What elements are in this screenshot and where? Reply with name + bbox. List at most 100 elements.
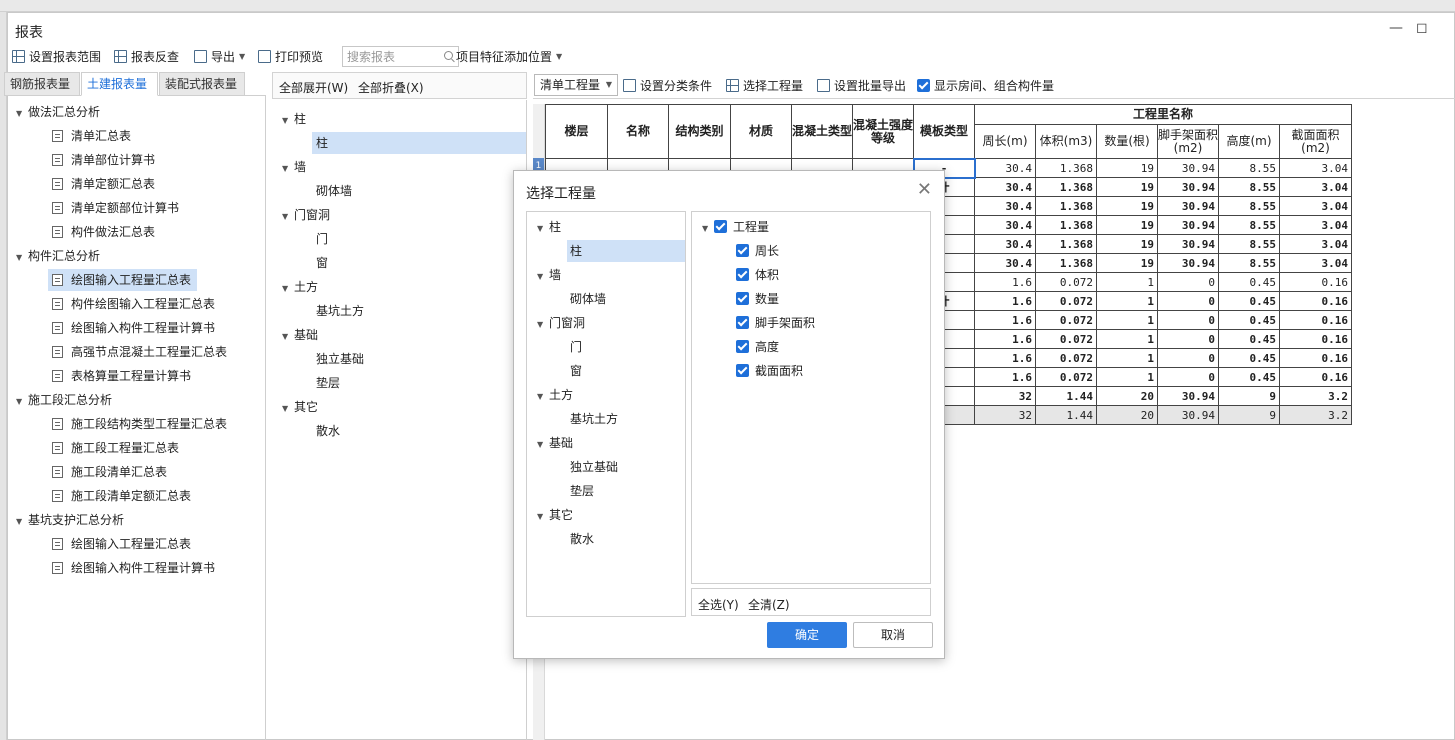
export-button[interactable]: 导出 ▼ [194,48,245,65]
table-cell-value[interactable]: 1 [1096,348,1158,368]
cancel-button[interactable]: 取消 [853,622,933,648]
tree-category[interactable]: ▼ 土方 [282,276,318,298]
quantity-root[interactable]: ▼ 工程量 [702,216,769,238]
table-cell-value[interactable]: 0.072 [1035,367,1097,387]
table-cell-value[interactable]: 30.94 [1157,405,1219,425]
tab-prefab[interactable]: 装配式报表量 [159,72,245,96]
table-cell-value[interactable]: 30.4 [974,158,1036,178]
reverse-check-button[interactable]: 报表反查 [114,48,179,65]
report-item[interactable]: 绘图输入工程量汇总表 [48,269,198,291]
table-cell-value[interactable]: 1.368 [1035,177,1097,197]
table-cell-value[interactable]: 1.368 [1035,196,1097,216]
maximize-icon[interactable]: ◻ [1416,20,1428,36]
table-cell-value[interactable]: 3.04 [1279,177,1352,197]
table-cell-value[interactable]: 8.55 [1218,158,1280,178]
table-cell-value[interactable]: 3.04 [1279,253,1352,273]
set-range-button[interactable]: 设置报表范围 [12,48,101,65]
quantity-type-select[interactable]: 清单工程量 ▼ [534,74,618,96]
table-cell-value[interactable]: 1.6 [974,367,1036,387]
table-cell-value[interactable]: 0.16 [1279,291,1352,311]
table-cell-value[interactable]: 1.368 [1035,215,1097,235]
quantity-checkbox[interactable]: 脚手架面积 [736,312,815,334]
tree-leaf[interactable]: 窗 [567,360,582,382]
table-cell-value[interactable]: 3.2 [1279,386,1352,406]
tree-category[interactable]: ▼ 其它 [537,504,573,526]
table-cell-value[interactable]: 30.94 [1157,177,1219,197]
table-cell-value[interactable]: 3.2 [1279,405,1352,425]
table-cell-value[interactable]: 30.4 [974,253,1036,273]
report-item[interactable]: 清单部位计算书 [48,149,161,171]
quantity-checkbox[interactable]: 周长 [736,240,779,262]
tree-leaf[interactable]: 砌体墙 [567,288,606,310]
table-cell-value[interactable]: 1.44 [1035,405,1097,425]
table-cell-value[interactable]: 30.4 [974,234,1036,254]
report-item[interactable]: 绘图输入构件工程量计算书 [48,557,221,579]
table-cell-value[interactable]: 30.4 [974,196,1036,216]
table-cell-value[interactable]: 0.16 [1279,367,1352,387]
tree-leaf[interactable]: 门 [567,336,582,358]
print-preview-button[interactable]: 打印预览 [258,48,323,65]
table-cell-value[interactable]: 1.6 [974,329,1036,349]
expand-all-button[interactable]: 全部展开(W) [279,79,348,96]
table-cell-value[interactable]: 19 [1096,253,1158,273]
table-cell-value[interactable]: 20 [1096,386,1158,406]
table-cell-value[interactable]: 0 [1157,272,1219,292]
table-cell-value[interactable]: 0.45 [1218,367,1280,387]
report-item[interactable]: 清单汇总表 [48,125,137,147]
table-cell-value[interactable]: 19 [1096,234,1158,254]
tree-category[interactable]: ▼ 门窗洞 [282,204,330,226]
table-cell-value[interactable]: 1.368 [1035,253,1097,273]
batch-export-button[interactable]: 设置批量导出 [817,77,906,94]
table-cell-value[interactable]: 0.072 [1035,310,1097,330]
table-cell-value[interactable]: 1.44 [1035,386,1097,406]
ok-button[interactable]: 确定 [767,622,847,648]
set-category-button[interactable]: 设置分类条件 [623,77,712,94]
table-cell-value[interactable]: 0.16 [1279,348,1352,368]
table-cell-value[interactable]: 32 [974,405,1036,425]
tree-leaf[interactable]: 基坑土方 [312,300,364,322]
tree-leaf[interactable]: 门 [312,228,328,250]
table-cell-value[interactable]: 0 [1157,367,1219,387]
tree-leaf[interactable]: 柱 [567,240,685,262]
table-cell-value[interactable]: 8.55 [1218,196,1280,216]
select-all-button[interactable]: 全选(Y) [698,596,739,613]
quantity-checkbox[interactable]: 体积 [736,264,779,286]
table-cell-value[interactable]: 1.368 [1035,158,1097,178]
tree-category[interactable]: ▼ 土方 [537,384,573,406]
table-cell-value[interactable]: 9 [1218,405,1280,425]
table-cell-value[interactable]: 3.04 [1279,158,1352,178]
tree-leaf[interactable]: 独立基础 [567,456,618,478]
tree-leaf[interactable]: 窗 [312,252,328,274]
table-cell-value[interactable]: 0.16 [1279,310,1352,330]
minimize-icon[interactable]: — [1389,20,1403,36]
table-cell-value[interactable]: 0 [1157,329,1219,349]
table-cell-value[interactable]: 19 [1096,177,1158,197]
select-quantity-button[interactable]: 选择工程量 [726,77,803,94]
tree-group[interactable]: ▼ 基坑支护汇总分析 [16,509,124,531]
tree-group[interactable]: ▼ 施工段汇总分析 [16,389,112,411]
table-cell-value[interactable]: 32 [974,386,1036,406]
report-item[interactable]: 施工段清单定额汇总表 [48,485,197,507]
report-item[interactable]: 高强节点混凝土工程量汇总表 [48,341,233,363]
table-cell-value[interactable]: 0.45 [1218,272,1280,292]
table-cell-value[interactable]: 1 [1096,310,1158,330]
table-cell-value[interactable]: 0.16 [1279,272,1352,292]
table-cell-value[interactable]: 0.45 [1218,291,1280,311]
table-cell-value[interactable]: 0.45 [1218,310,1280,330]
tree-leaf[interactable]: 柱 [312,132,526,154]
table-cell-value[interactable]: 1 [1096,367,1158,387]
table-cell-value[interactable]: 1 [1096,291,1158,311]
table-cell-value[interactable]: 1.6 [974,310,1036,330]
tree-leaf[interactable]: 散水 [312,420,340,442]
table-cell-value[interactable]: 3.04 [1279,215,1352,235]
close-icon[interactable]: ✕ [917,179,932,200]
table-cell-value[interactable]: 19 [1096,215,1158,235]
tree-leaf[interactable]: 基坑土方 [567,408,618,430]
quantity-checkbox[interactable]: 截面面积 [736,360,803,382]
feature-position-dropdown[interactable]: 项目特征添加位置 ▼ [456,48,562,65]
report-item[interactable]: 施工段清单汇总表 [48,461,173,483]
table-cell-value[interactable]: 0 [1157,348,1219,368]
report-item[interactable]: 绘图输入构件工程量计算书 [48,317,221,339]
table-cell-value[interactable]: 8.55 [1218,177,1280,197]
tree-category[interactable]: ▼ 基础 [537,432,573,454]
